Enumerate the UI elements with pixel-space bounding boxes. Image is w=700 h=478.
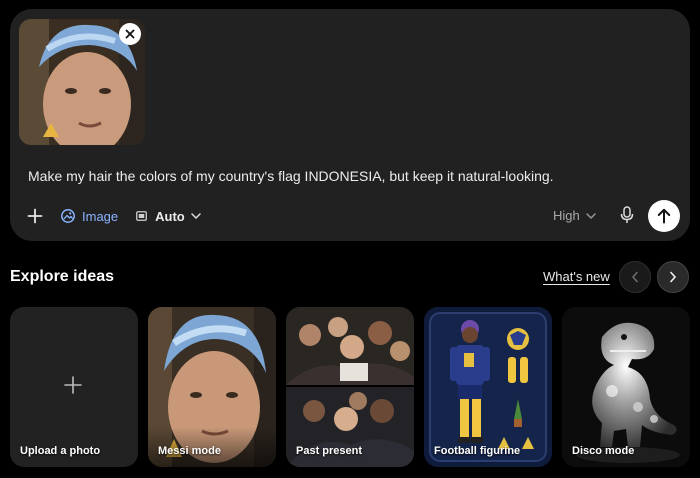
chevron-left-icon	[631, 271, 638, 283]
remove-photo-button[interactable]	[119, 23, 141, 45]
quality-label: High	[553, 208, 580, 223]
aspect-ratio-icon	[136, 211, 148, 221]
chevron-right-icon	[670, 271, 677, 283]
plus-icon	[64, 376, 82, 394]
aspect-ratio-dropdown[interactable]: Auto	[136, 209, 201, 224]
idea-card-messi-mode[interactable]: Messi mode	[148, 307, 276, 467]
idea-card-upload-photo[interactable]: Upload a photo	[10, 307, 138, 467]
idea-card-football-figurine[interactable]: Football figurine	[424, 307, 552, 467]
idea-card-label: Past present	[296, 445, 363, 457]
image-tool-label: Image	[82, 208, 119, 224]
football-figurine-image	[424, 307, 552, 467]
carousel-prev-button[interactable]	[619, 261, 651, 293]
whats-new-link[interactable]: What's new	[543, 269, 610, 284]
carousel-next-button[interactable]	[657, 261, 689, 293]
close-icon	[125, 29, 135, 39]
disco-mode-image	[562, 307, 690, 467]
plus-icon	[27, 208, 43, 224]
idea-card-label: Disco mode	[572, 445, 635, 457]
idea-card-disco-mode[interactable]: Disco mode	[562, 307, 690, 467]
chevron-down-icon	[586, 212, 596, 219]
past-present-image	[286, 307, 414, 467]
prompt-composer: Make my hair the colors of my country's …	[10, 9, 690, 241]
image-tool-button[interactable]: Image	[60, 208, 118, 224]
image-icon	[61, 209, 75, 223]
chevron-down-icon	[191, 213, 201, 219]
idea-card-label: Football figurine	[434, 445, 521, 457]
voice-input-button[interactable]	[620, 206, 634, 229]
explore-ideas-heading: Explore ideas	[10, 268, 115, 285]
idea-card-label: Messi mode	[158, 445, 221, 457]
aspect-ratio-label: Auto	[155, 208, 185, 224]
messi-mode-image	[148, 307, 276, 467]
prompt-input[interactable]: Make my hair the colors of my country's …	[28, 168, 554, 184]
idea-card-label: Upload a photo	[20, 445, 101, 457]
idea-card-past-present[interactable]: Past present	[286, 307, 414, 467]
arrow-up-icon	[657, 208, 671, 224]
add-attachment-button[interactable]	[26, 207, 44, 225]
send-button[interactable]	[648, 200, 680, 232]
composer-toolbar: Image Auto	[26, 205, 201, 227]
quality-dropdown[interactable]: High	[553, 208, 596, 223]
microphone-icon	[620, 206, 634, 223]
